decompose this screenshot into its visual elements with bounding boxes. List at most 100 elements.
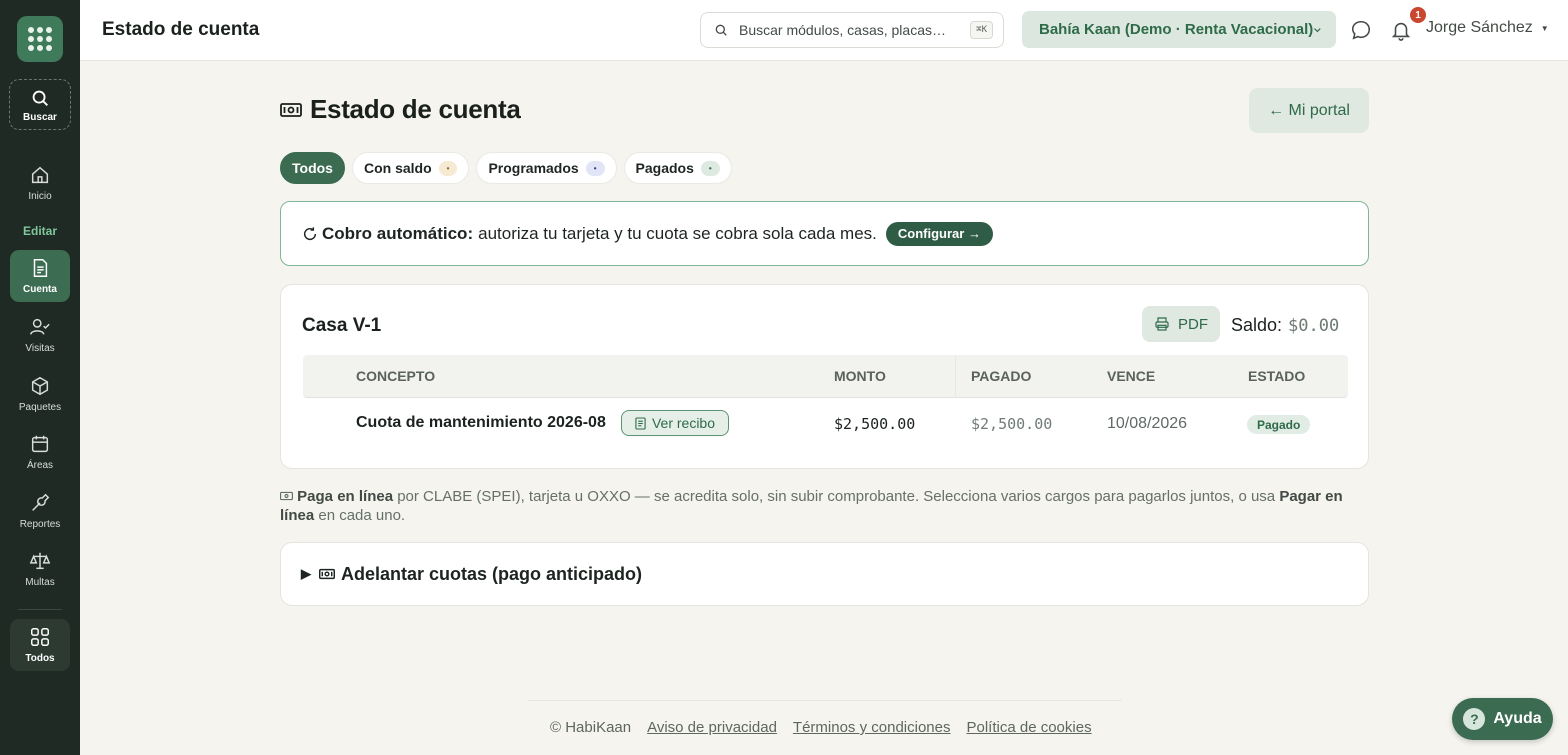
house-statement-card: Casa V-1 PDF Saldo: $0.00 CONCEPTO MONTO …	[280, 284, 1369, 469]
page-title: Estado de cuenta	[310, 94, 521, 124]
view-receipt-label: Ver recibo	[651, 415, 716, 431]
page-header: Estado de cuenta	[280, 94, 521, 125]
caret-down-icon: ▼	[1540, 23, 1549, 33]
sidebar-item-areas[interactable]: Áreas	[10, 426, 70, 478]
sidebar-item-label: Visitas	[25, 343, 55, 354]
sidebar-item-inicio[interactable]: Inicio	[10, 157, 70, 209]
auto-charge-banner: Cobro automático: autoriza tu tarjeta y …	[280, 201, 1369, 266]
filter-chip-label: Todos	[292, 160, 333, 176]
sidebar-search-label: Buscar	[23, 111, 57, 123]
chat-icon[interactable]	[1350, 19, 1372, 41]
sidebar-item-paquetes[interactable]: Paquetes	[10, 368, 70, 420]
row-monto: $2,500.00	[834, 415, 916, 433]
triangle-right-icon: ▶	[301, 566, 311, 581]
pdf-button-label: PDF	[1178, 315, 1208, 333]
configure-auto-charge-button[interactable]: Configurar →	[885, 221, 993, 246]
calendar-icon	[31, 435, 49, 453]
filter-chip-label: Programados	[488, 160, 579, 176]
info-text-part: por CLABE (SPEI), tarjeta u OXXO — se ac…	[393, 488, 1280, 505]
filter-chip-count: •	[438, 160, 458, 176]
row-concepto: Cuota de mantenimiento 2026-08	[356, 414, 606, 431]
row-pagado: $2,500.00	[971, 415, 1053, 433]
grid-logo-icon	[28, 27, 52, 51]
receipt-icon	[635, 416, 646, 430]
info-text-part: en cada uno.	[314, 507, 406, 524]
footer-link-terms[interactable]: Términos y condiciones	[793, 719, 951, 736]
app-logo[interactable]	[17, 16, 63, 62]
my-portal-button[interactable]: ← Mi portal	[1249, 88, 1369, 133]
footer-link-privacy[interactable]: Aviso de privacidad	[647, 719, 777, 736]
cash-icon	[280, 102, 302, 117]
filter-chip-todos[interactable]: Todos	[280, 152, 345, 184]
chevron-down-icon	[1314, 27, 1321, 32]
filter-chip-count: •	[700, 160, 720, 176]
sidebar-item-label: Áreas	[26, 460, 54, 471]
bell-icon[interactable]	[1390, 18, 1412, 42]
filter-chip-label: Con saldo	[363, 160, 432, 176]
filter-chip-label: Pagados	[635, 160, 694, 176]
help-button[interactable]: ? Ayuda	[1452, 698, 1553, 740]
row-vence: 10/08/2026	[1107, 415, 1188, 432]
cash-icon	[319, 568, 335, 580]
search-placeholder: Buscar módulos, casas, placas…	[739, 22, 946, 38]
sidebar-search-button[interactable]: Buscar	[9, 79, 71, 130]
balance-amount: $0.00	[1288, 316, 1340, 336]
filter-chips: Todos Con saldo • Programados • Pagados …	[280, 152, 732, 184]
organization-name: Bahía Kaan (Demo · Renta Vacacional)	[1039, 21, 1314, 38]
question-icon: ?	[1463, 708, 1486, 730]
sidebar-item-multas[interactable]: Multas	[10, 543, 70, 595]
info-bold-pay-online: Paga en línea	[297, 488, 394, 505]
payment-info-text: Paga en línea por CLABE (SPEI), tarjeta …	[280, 487, 1372, 525]
column-header-vence: VENCE	[1107, 368, 1156, 384]
footer-copyright: © HabiKaan	[550, 719, 632, 736]
help-button-label: Ayuda	[1493, 710, 1542, 727]
notification-count-badge: 1	[1410, 7, 1426, 23]
balance: Saldo: $0.00	[1231, 315, 1339, 336]
sidebar-divider	[18, 609, 62, 610]
sidebar-item-label: Reportes	[19, 519, 61, 530]
cash-icon	[280, 491, 293, 501]
sidebar: Buscar Inicio Editar Cuenta Visitas Paqu…	[0, 0, 80, 755]
scale-icon	[29, 552, 51, 570]
refresh-icon	[303, 226, 317, 240]
user-menu[interactable]: Jorge Sánchez ▼	[1426, 19, 1549, 37]
package-icon	[31, 376, 49, 396]
download-pdf-button[interactable]: PDF	[1142, 306, 1220, 342]
column-header-pagado: PAGADO	[971, 368, 1032, 384]
wrench-icon	[32, 493, 50, 511]
column-header-estado: ESTADO	[1248, 368, 1306, 384]
search-icon	[32, 90, 48, 106]
footer-link-cookies[interactable]: Política de cookies	[967, 719, 1092, 736]
sidebar-item-label: Cuenta	[23, 284, 57, 295]
footer-divider	[528, 700, 1122, 701]
sidebar-item-label: Paquetes	[18, 402, 62, 413]
table-header: CONCEPTO MONTO PAGADO VENCE ESTADO	[303, 355, 1348, 398]
filter-chip-count: •	[585, 160, 605, 176]
filter-chip-pagados[interactable]: Pagados •	[623, 152, 732, 184]
status-badge: Pagado	[1247, 415, 1311, 434]
footer: © HabiKaan Aviso de privacidad Términos …	[550, 719, 1092, 736]
organization-select[interactable]: Bahía Kaan (Demo · Renta Vacacional)	[1022, 11, 1336, 48]
view-receipt-button[interactable]: Ver recibo	[621, 410, 729, 436]
auto-charge-title: Cobro automático:	[322, 223, 474, 243]
advance-payments-toggle[interactable]: ▶ Adelantar cuotas (pago anticipado)	[280, 542, 1369, 606]
sidebar-item-todos[interactable]: Todos	[10, 619, 70, 671]
sidebar-item-cuenta[interactable]: Cuenta	[10, 250, 70, 302]
sidebar-item-visitas[interactable]: Visitas	[10, 309, 70, 361]
printer-icon	[1155, 317, 1169, 331]
global-search-input[interactable]: Buscar módulos, casas, placas… ⌘K	[700, 12, 1004, 48]
search-icon	[715, 24, 727, 36]
advance-payments-label: Adelantar cuotas (pago anticipado)	[341, 563, 643, 584]
visitor-icon	[30, 318, 50, 335]
column-separator	[955, 355, 956, 398]
sidebar-section-label: Editar	[22, 224, 57, 238]
sidebar-item-reportes[interactable]: Reportes	[10, 485, 70, 537]
auto-charge-text: autoriza tu tarjeta y tu cuota se cobra …	[478, 223, 877, 243]
sidebar-item-label: Multas	[25, 577, 55, 588]
balance-label: Saldo:	[1231, 315, 1283, 335]
filter-chip-con-saldo[interactable]: Con saldo •	[351, 152, 470, 184]
column-header-monto: MONTO	[834, 368, 886, 384]
table-row: Cuota de mantenimiento 2026-08 Ver recib…	[303, 398, 1348, 450]
user-name: Jorge Sánchez	[1426, 19, 1533, 36]
filter-chip-programados[interactable]: Programados •	[476, 152, 617, 184]
